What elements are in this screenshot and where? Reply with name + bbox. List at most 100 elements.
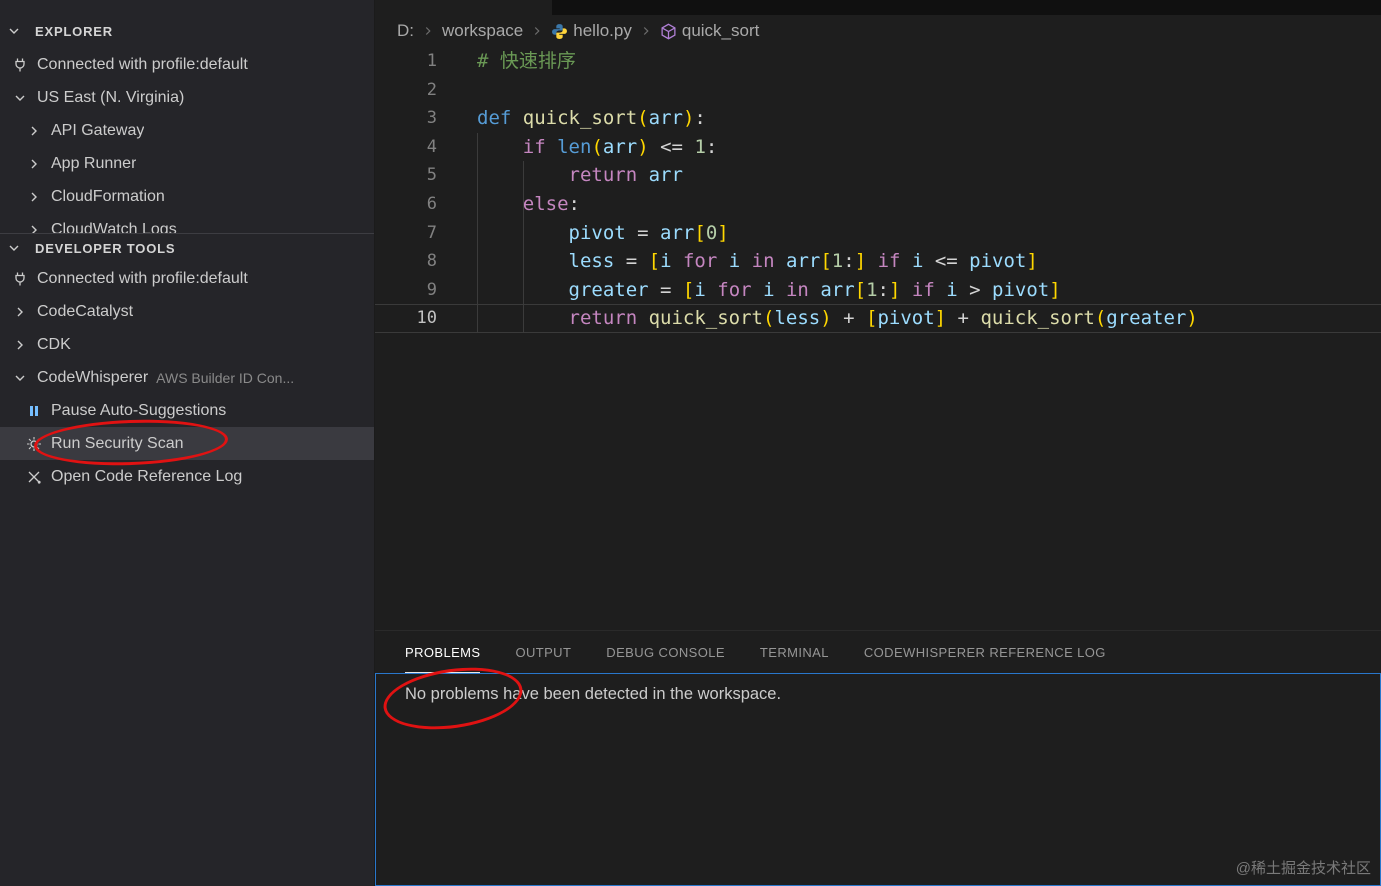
chevron-right-icon: [24, 189, 44, 205]
problems-message: No problems have been detected in the wo…: [405, 685, 781, 703]
sidebar-item-label: Run Security Scan: [51, 435, 184, 453]
code-line-5[interactable]: 5 return arr: [375, 161, 1381, 190]
sidebar-item-label: API Gateway: [51, 122, 144, 140]
sidebar-item-connected-with-profile-default[interactable]: Connected with profile:default: [0, 48, 374, 81]
code-reference-icon: [24, 469, 44, 485]
line-number: 10: [375, 304, 437, 333]
code-line-10[interactable]: 10 return quick_sort(less) + [pivot] + q…: [375, 304, 1381, 333]
editor-tab-partial[interactable]: [375, 0, 552, 15]
developer-tools-section-header[interactable]: DEVELOPER TOOLS: [0, 234, 374, 262]
editor-tab-strip: [375, 0, 1381, 15]
code-line-text: [437, 76, 477, 105]
panel-tab-problems[interactable]: PROBLEMS: [405, 631, 480, 673]
breadcrumb-item-quick-sort[interactable]: quick_sort: [660, 21, 759, 41]
sidebar-item-codecatalyst[interactable]: CodeCatalyst: [0, 295, 374, 328]
sidebar-item-label: CloudFormation: [51, 188, 165, 206]
indent-guide: [477, 133, 478, 333]
code-line-6[interactable]: 6 else:: [375, 190, 1381, 219]
sidebar-item-cdk[interactable]: CDK: [0, 328, 374, 361]
editor-area: D: workspace hello.py quick_sort 1# 快速排序23d…: [375, 0, 1381, 630]
code-editor[interactable]: 1# 快速排序23def quick_sort(arr):4 if len(ar…: [375, 47, 1381, 630]
code-line-7[interactable]: 7 pivot = arr[0]: [375, 219, 1381, 248]
sidebar-item-label: CDK: [37, 336, 71, 354]
code-line-9[interactable]: 9 greater = [i for i in arr[1:] if i > p…: [375, 276, 1381, 305]
code-line-text: return quick_sort(less) + [pivot] + quic…: [437, 304, 1198, 333]
panel-tab-terminal[interactable]: TERMINAL: [760, 631, 829, 673]
chevron-right-icon: [10, 337, 30, 353]
sidebar-item-label: Connected with profile:default: [37, 56, 248, 74]
code-line-1[interactable]: 1# 快速排序: [375, 47, 1381, 76]
sidebar-item-api-gateway[interactable]: API Gateway: [0, 114, 374, 147]
breadcrumb-separator-icon: [530, 24, 544, 38]
line-number: 5: [375, 161, 437, 190]
sidebar-item-suffix: AWS Builder ID Con...: [156, 370, 294, 386]
code-line-2[interactable]: 2: [375, 76, 1381, 105]
chevron-down-icon: [4, 240, 24, 256]
breadcrumb-item-workspace[interactable]: workspace: [442, 21, 523, 41]
problems-panel-content[interactable]: No problems have been detected in the wo…: [375, 673, 1381, 886]
sidebar-item-cloudformation[interactable]: CloudFormation: [0, 180, 374, 213]
code-line-text: less = [i for i in arr[1:] if i <= pivot…: [437, 247, 1038, 276]
symbol-method-icon: [660, 23, 677, 40]
pause-icon: [24, 403, 44, 419]
sidebar: EXPLORER Connected with profile:default U…: [0, 0, 375, 886]
line-number: 1: [375, 47, 437, 76]
python-icon: [551, 23, 568, 40]
code-line-text: # 快速排序: [437, 47, 576, 76]
panel-tab-debug-console[interactable]: DEBUG CONSOLE: [606, 631, 725, 673]
code-line-text: def quick_sort(arr):: [437, 104, 706, 133]
indent-guide: [523, 161, 524, 333]
breadcrumb-separator-icon: [421, 24, 435, 38]
breadcrumb-label: D:: [397, 21, 414, 41]
panel-tab-codewhisperer-reference-log[interactable]: CODEWHISPERER REFERENCE LOG: [864, 631, 1106, 673]
sidebar-item-run-security-scan[interactable]: Run Security Scan: [0, 427, 374, 460]
sidebar-item-label: Connected with profile:default: [37, 270, 248, 288]
code-line-text: if len(arr) <= 1:: [437, 133, 717, 162]
line-number: 6: [375, 190, 437, 219]
code-line-text: pivot = arr[0]: [437, 219, 729, 248]
chevron-down-icon: [10, 370, 30, 386]
panel-tab-bar: PROBLEMS OUTPUT DEBUG CONSOLE TERMINAL CODEW…: [375, 631, 1381, 673]
sidebar-item-codewhisperer[interactable]: CodeWhispererAWS Builder ID Con...: [0, 361, 374, 394]
code-line-text: return arr: [437, 161, 683, 190]
explorer-section: EXPLORER Connected with profile:default U…: [0, 0, 374, 246]
explorer-section-header[interactable]: EXPLORER: [0, 14, 374, 48]
breadcrumb-item-hello-py[interactable]: hello.py: [551, 21, 632, 41]
explorer-item-list: Connected with profile:default US East (N…: [0, 48, 374, 246]
code-line-3[interactable]: 3def quick_sort(arr):: [375, 104, 1381, 133]
line-number: 8: [375, 247, 437, 276]
sidebar-item-pause-auto-suggestions[interactable]: Pause Auto-Suggestions: [0, 394, 374, 427]
panel-tab-output[interactable]: OUTPUT: [515, 631, 571, 673]
line-number: 9: [375, 276, 437, 305]
line-number: 7: [375, 219, 437, 248]
breadcrumb-label: workspace: [442, 21, 523, 41]
developer-tools-section-title: DEVELOPER TOOLS: [35, 241, 175, 256]
code-line-text: greater = [i for i in arr[1:] if i > piv…: [437, 276, 1061, 305]
chevron-right-icon: [24, 123, 44, 139]
sidebar-item-label: US East (N. Virginia): [37, 89, 184, 107]
bottom-panel: PROBLEMS OUTPUT DEBUG CONSOLE TERMINAL CODEW…: [375, 630, 1381, 886]
sidebar-item-us-east-n-virginia[interactable]: US East (N. Virginia): [0, 81, 374, 114]
plug-icon: [10, 271, 30, 287]
sidebar-item-open-code-reference-log[interactable]: Open Code Reference Log: [0, 460, 374, 493]
breadcrumb-separator-icon: [639, 24, 653, 38]
developer-tools-section: DEVELOPER TOOLS Connected with profile:d…: [0, 233, 374, 886]
chevron-down-icon: [4, 23, 24, 39]
sidebar-item-connected-with-profile-default[interactable]: Connected with profile:default: [0, 262, 374, 295]
code-line-4[interactable]: 4 if len(arr) <= 1:: [375, 133, 1381, 162]
line-number: 2: [375, 76, 437, 105]
developer-tools-item-list: Connected with profile:default CodeCataly…: [0, 262, 374, 493]
sidebar-item-label: App Runner: [51, 155, 136, 173]
line-number: 3: [375, 104, 437, 133]
sidebar-item-label: Open Code Reference Log: [51, 468, 242, 486]
code-line-8[interactable]: 8 less = [i for i in arr[1:] if i <= piv…: [375, 247, 1381, 276]
breadcrumb-item-d[interactable]: D:: [397, 21, 414, 41]
breadcrumb-label: hello.py: [573, 21, 632, 41]
sidebar-item-app-runner[interactable]: App Runner: [0, 147, 374, 180]
chevron-right-icon: [10, 304, 30, 320]
sidebar-item-label: CodeCatalyst: [37, 303, 133, 321]
security-scan-icon: [24, 436, 44, 452]
chevron-down-icon: [10, 90, 30, 106]
vscode-window: EXPLORER Connected with profile:default U…: [0, 0, 1381, 886]
sidebar-item-label: Pause Auto-Suggestions: [51, 402, 226, 420]
